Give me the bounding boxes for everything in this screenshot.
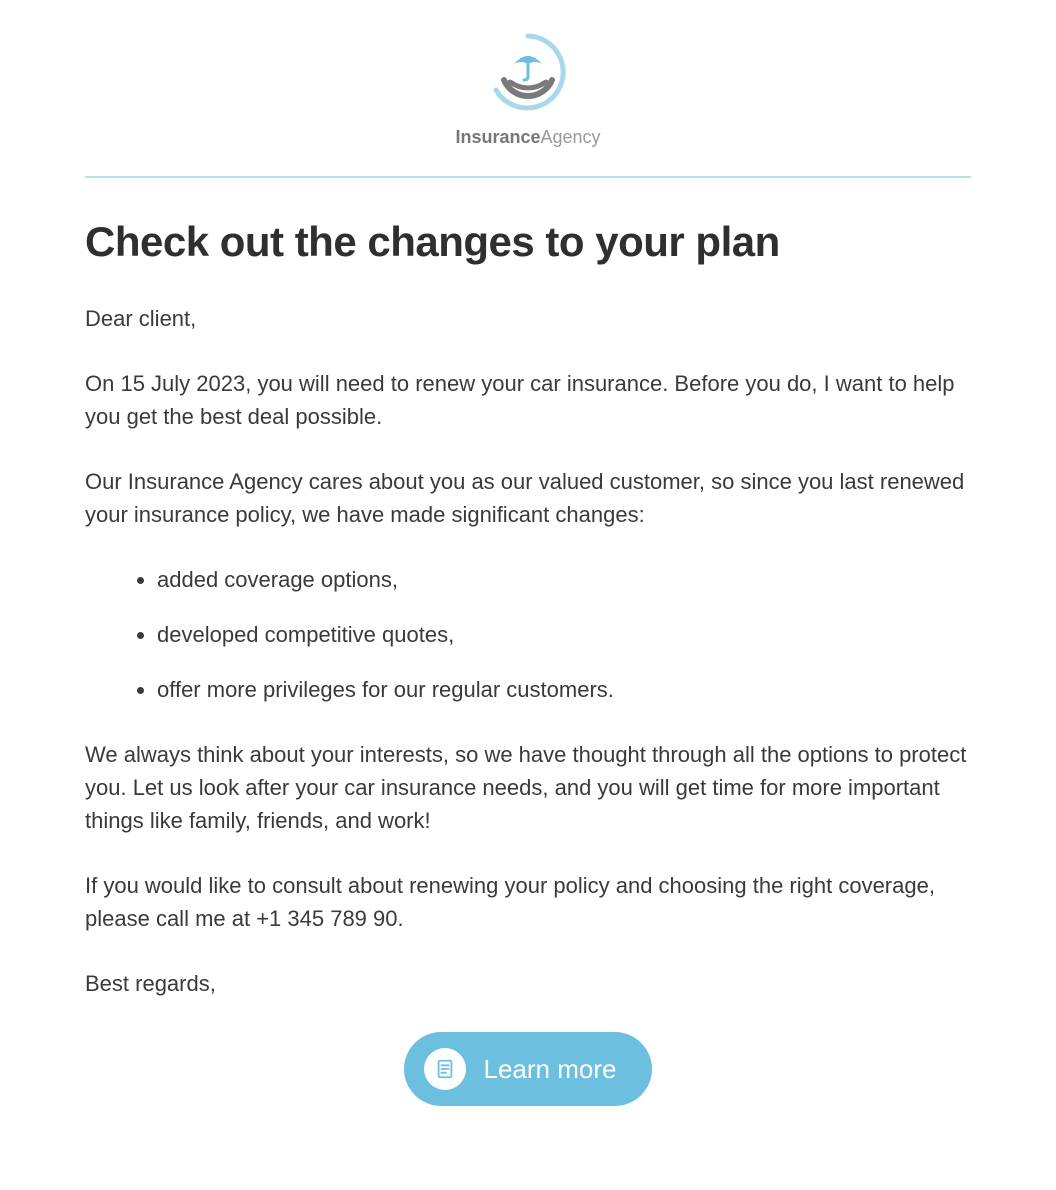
cta-wrap: Learn more [85,1032,971,1106]
list-item: offer more privileges for our regular cu… [157,673,971,706]
email-container: InsuranceAgency Check out the changes to… [0,0,1056,1166]
body-text: Dear client, On 15 July 2023, you will n… [85,302,971,1000]
paragraph-1: On 15 July 2023, you will need to renew … [85,367,971,433]
greeting: Dear client, [85,302,971,335]
divider [85,176,971,178]
brand-light-text: Agency [541,127,601,147]
document-icon [424,1048,466,1090]
page-title: Check out the changes to your plan [85,218,971,266]
bullet-list: added coverage options, developed compet… [85,563,971,706]
signoff: Best regards, [85,967,971,1000]
logo-block: InsuranceAgency [85,30,971,148]
paragraph-4: If you would like to consult about renew… [85,869,971,935]
brand-bold-text: Insurance [455,127,540,147]
list-item: developed competitive quotes, [157,618,971,651]
paragraph-2: Our Insurance Agency cares about you as … [85,465,971,531]
brand-name: InsuranceAgency [85,127,971,148]
list-item: added coverage options, [157,563,971,596]
learn-more-button[interactable]: Learn more [404,1032,653,1106]
paragraph-3: We always think about your interests, so… [85,738,971,837]
cta-label: Learn more [484,1054,617,1085]
logo-icon [486,30,570,114]
